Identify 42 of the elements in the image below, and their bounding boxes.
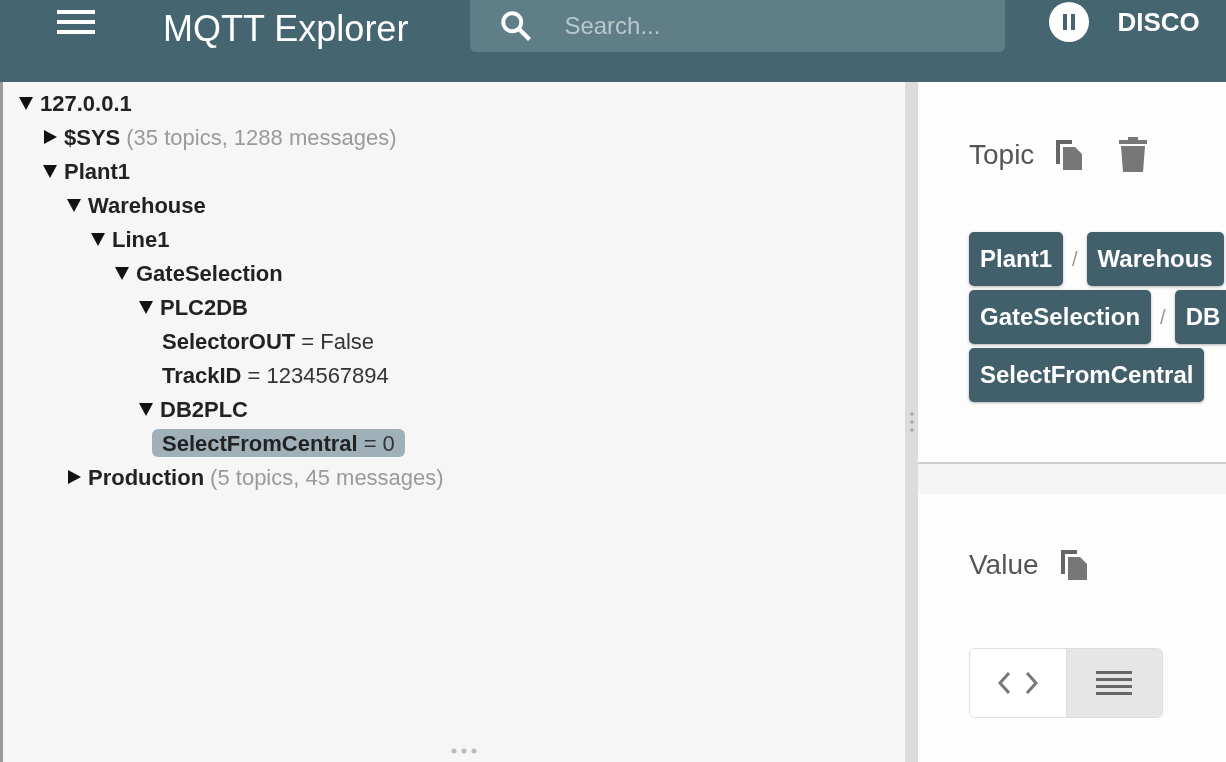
expanded-triangle-icon[interactable] [114,265,130,281]
resize-handle-icon[interactable] [451,748,477,754]
tree-node[interactable]: DB2PLC [150,395,258,423]
tree-node[interactable]: 127.0.0.1 [30,89,142,117]
expanded-triangle-icon[interactable] [90,231,106,247]
expanded-triangle-icon[interactable] [138,299,154,315]
topic-chip[interactable]: Plant1 [969,232,1064,286]
tree-node[interactable]: Plant1 [54,157,141,185]
tree-node[interactable]: $SYS (35 topics, 1288 messages) [54,123,407,151]
tree-node[interactable]: GateSelection [126,259,293,287]
topic-label: Topic [969,138,1035,172]
grip-icon[interactable] [909,410,914,434]
search-field[interactable]: Search... [470,0,1006,52]
app-title: MQTT Explorer [163,7,409,51]
topic-chip[interactable]: SelectFromCentral [969,348,1205,402]
tree-node[interactable]: Line1 [102,225,180,253]
expanded-triangle-icon[interactable] [66,197,82,213]
lines-icon [1096,670,1133,696]
topic-chip[interactable]: DB [1174,290,1226,344]
tree-node[interactable]: PLC2DB [150,293,258,321]
expanded-triangle-icon[interactable] [138,401,154,417]
trash-icon[interactable] [1118,137,1149,173]
value-label: Value [969,548,1039,582]
collapsed-triangle-icon[interactable] [66,469,82,485]
disconnect-button[interactable]: DISCO [1049,2,1200,42]
tree-node[interactable]: Warehouse [78,191,216,219]
code-icon [996,670,1039,696]
topic-chip[interactable]: Warehous [1086,232,1224,286]
expanded-triangle-icon[interactable] [42,163,58,179]
raw-view-button[interactable] [1065,649,1162,717]
menu-icon[interactable] [57,7,95,37]
expanded-triangle-icon[interactable] [18,95,34,111]
path-separator: / [1072,247,1078,272]
copy-icon[interactable] [1058,548,1089,582]
tree-node[interactable]: TrackID = 1234567894 [152,361,399,389]
path-separator: / [1160,305,1166,330]
topic-chip[interactable]: GateSelection [969,290,1152,344]
tree-node[interactable]: Production (5 topics, 45 messages) [78,463,454,491]
copy-icon[interactable] [1054,138,1085,172]
tree-node[interactable]: SelectFromCentral = 0 [152,429,405,457]
tree-node[interactable]: SelectorOUT = False [152,327,385,355]
collapsed-triangle-icon[interactable] [42,129,58,145]
